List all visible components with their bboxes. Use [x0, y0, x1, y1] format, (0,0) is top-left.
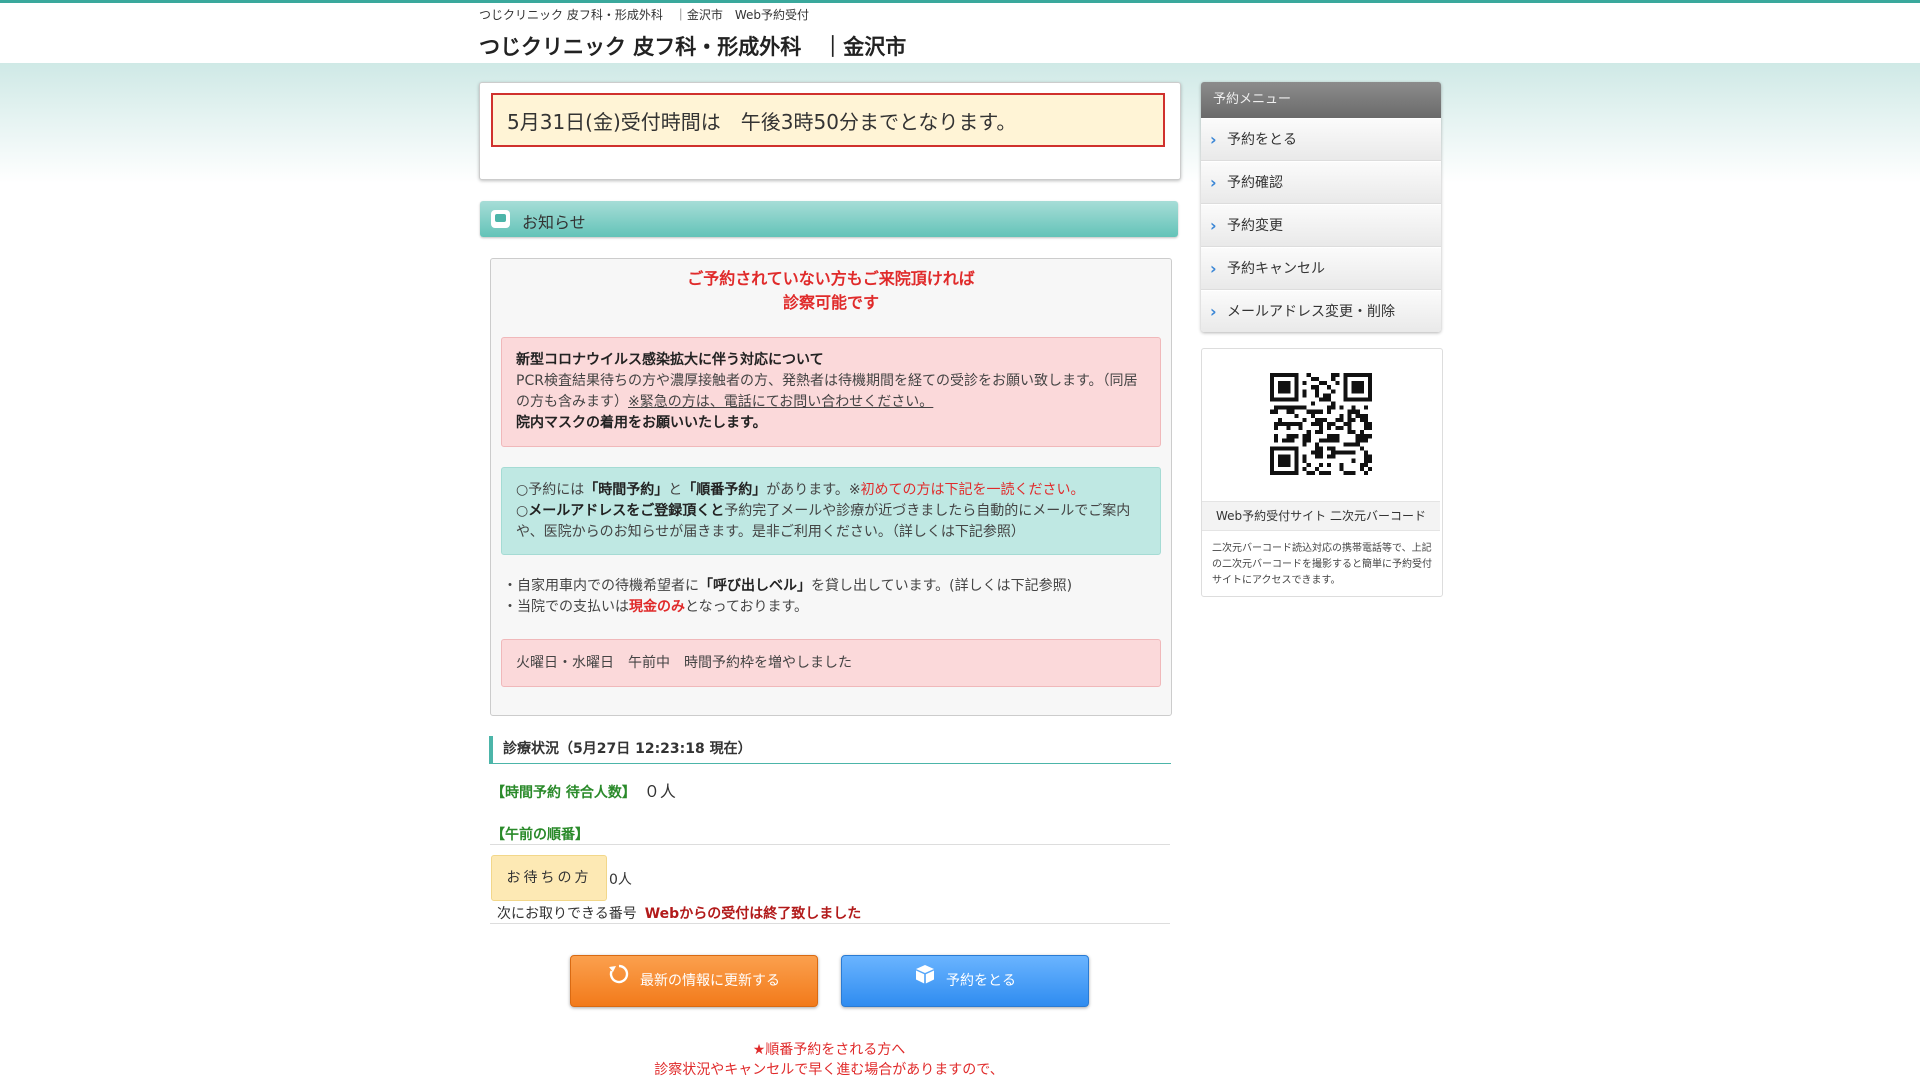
- qr-code-box: Web予約受付サイト 二次元バーコード 二次元バーコード読込対応の携帯電話等で、…: [1201, 348, 1443, 597]
- speech-bubble-icon: [491, 210, 510, 228]
- box-icon: [914, 956, 936, 1006]
- chevron-right-icon: ›: [1210, 259, 1217, 278]
- schedule-notice: 火曜日・水曜日 午前中 時間予約枠を増やしました: [501, 639, 1161, 687]
- next-number-row: 次にお取りできる番号 Webからの受付は終了致しました: [497, 903, 861, 923]
- site-title: つじクリニック 皮フ科・形成外科 ｜金沢市: [479, 35, 907, 59]
- refresh-icon: [608, 956, 630, 1006]
- divider: [490, 923, 1170, 924]
- payment-info-text: ・当院での支払いは: [503, 599, 629, 615]
- chevron-right-icon: ›: [1210, 216, 1217, 235]
- time-waiting-label: 【時間予約 待合人数】: [491, 785, 636, 801]
- covid-notice: 新型コロナウイルス感染拡大に伴う対応について PCR検査結果待ちの方や濃厚接触者…: [501, 337, 1161, 447]
- cash-only-term: 現金のみ: [629, 599, 685, 615]
- sidebar-item-change[interactable]: › 予約変更: [1201, 204, 1441, 247]
- chevron-right-icon: ›: [1210, 130, 1217, 149]
- reserve-button-label: 予約をとる: [946, 973, 1016, 989]
- header: [0, 3, 1920, 63]
- divider: [490, 844, 1170, 845]
- waiting-badge: お待ちの方: [491, 855, 607, 901]
- notice-text: 5月31日(金)受付時間は 午後3時50分までとなります。: [491, 93, 1165, 147]
- qr-description: 二次元バーコード読込対応の携帯電話等で、上記の二次元バーコードを撮影すると簡単に…: [1212, 543, 1432, 586]
- covid-mask-note: 院内マスクの着用をお願いいたします。: [516, 415, 767, 431]
- reservation-info-text: と: [668, 482, 683, 498]
- news-headline-line1: ご予約されていない方もご来院頂ければ: [687, 269, 975, 288]
- covid-title: 新型コロナウイルス感染拡大に伴う対応について: [516, 352, 824, 368]
- notice-box: 5月31日(金)受付時間は 午後3時50分までとなります。: [479, 82, 1181, 180]
- bell-info-text: を貸し出しています。(詳しくは下記参照): [811, 578, 1073, 594]
- extra-info: ・自家用車内での待機希望者に「呼び出しベル」を貸し出しています。(詳しくは下記参…: [503, 576, 1163, 618]
- time-waiting-value: ０人: [643, 782, 676, 801]
- news-section-bar: お知らせ: [480, 201, 1178, 237]
- refresh-button-label: 最新の情報に更新する: [640, 973, 780, 989]
- refresh-button[interactable]: 最新の情報に更新する: [570, 955, 818, 1007]
- email-info-text: ○: [516, 503, 529, 519]
- next-number-label: 次にお取りできる番号: [497, 906, 637, 922]
- reservation-info-text: ○予約には: [516, 482, 585, 498]
- bell-info-text: ・自家用車内での待機希望者に: [503, 578, 699, 594]
- news-box: ご予約されていない方もご来院頂ければ 診察可能です 新型コロナウイルス感染拡大に…: [490, 258, 1172, 716]
- sidebar-item-label: 予約変更: [1227, 218, 1283, 234]
- header-small-title: つじクリニック 皮フ科・形成外科 ｜金沢市 Web予約受付: [479, 8, 809, 22]
- time-reservation-status: 【時間予約 待合人数】 ０人: [491, 778, 676, 802]
- chevron-right-icon: ›: [1210, 302, 1217, 321]
- news-headline: ご予約されていない方もご来院頂ければ 診察可能です: [491, 267, 1171, 315]
- qr-caption: Web予約受付サイト 二次元バーコード: [1202, 501, 1440, 531]
- reservation-info: ○予約には「時間予約」と「順番予約」があります。※初めての方は下記を一読ください…: [501, 467, 1161, 555]
- morning-order-label: 【午前の順番】: [491, 827, 589, 843]
- sidebar-item-cancel[interactable]: › 予約キャンセル: [1201, 247, 1441, 290]
- footer-note: ★順番予約をされる方へ 診察状況やキャンセルで早く進む場合がありますので、: [479, 1040, 1179, 1080]
- sidebar-item-label: メールアドレス変更・削除: [1227, 304, 1395, 320]
- sidebar-item-email[interactable]: › メールアドレス変更・削除: [1201, 290, 1441, 332]
- time-reservation-term: 「時間予約」: [584, 482, 669, 498]
- morning-order-status: 【午前の順番】: [491, 824, 589, 844]
- order-reservation-term: 「順番予約」: [682, 482, 767, 498]
- footer-note-line1: ★順番予約をされる方へ: [752, 1042, 906, 1058]
- payment-info-text: となっております。: [685, 599, 809, 615]
- waiting-value: 0人: [609, 872, 632, 888]
- chevron-right-icon: ›: [1210, 173, 1217, 192]
- email-register-term: メールアドレスをご登録頂くと: [528, 503, 725, 519]
- sidebar-item-label: 予約キャンセル: [1227, 261, 1325, 277]
- next-number-value: Webからの受付は終了致しました: [644, 906, 862, 922]
- sidebar-item-reserve[interactable]: › 予約をとる: [1201, 118, 1441, 161]
- sidebar-item-label: 予約確認: [1227, 175, 1283, 191]
- reservation-menu: 予約メニュー › 予約をとる › 予約確認 › 予約変更 › 予約キャンセル › メールア…: [1201, 82, 1441, 332]
- news-section-label: お知らせ: [522, 213, 586, 232]
- footer-note-line2: 診察状況やキャンセルで早く進む場合がありますので、: [654, 1062, 1004, 1078]
- news-headline-line2: 診察可能です: [782, 293, 879, 312]
- status-heading: 診療状況（5月27日 12:23:18 現在）: [489, 736, 1171, 764]
- reservation-info-text: があります。※: [766, 482, 861, 498]
- sidebar-item-label: 予約をとる: [1227, 132, 1297, 148]
- reserve-button[interactable]: 予約をとる: [841, 955, 1089, 1007]
- bell-term: 「呼び出しベル」: [699, 578, 811, 594]
- sidebar-item-confirm[interactable]: › 予約確認: [1201, 161, 1441, 204]
- reservation-menu-title: 予約メニュー: [1201, 82, 1441, 118]
- qr-code-image: [1270, 373, 1372, 475]
- first-visit-note: 初めての方は下記を一読ください。: [860, 482, 1085, 498]
- covid-emergency-note: ※緊急の方は、電話にてお問い合わせください。: [628, 394, 934, 410]
